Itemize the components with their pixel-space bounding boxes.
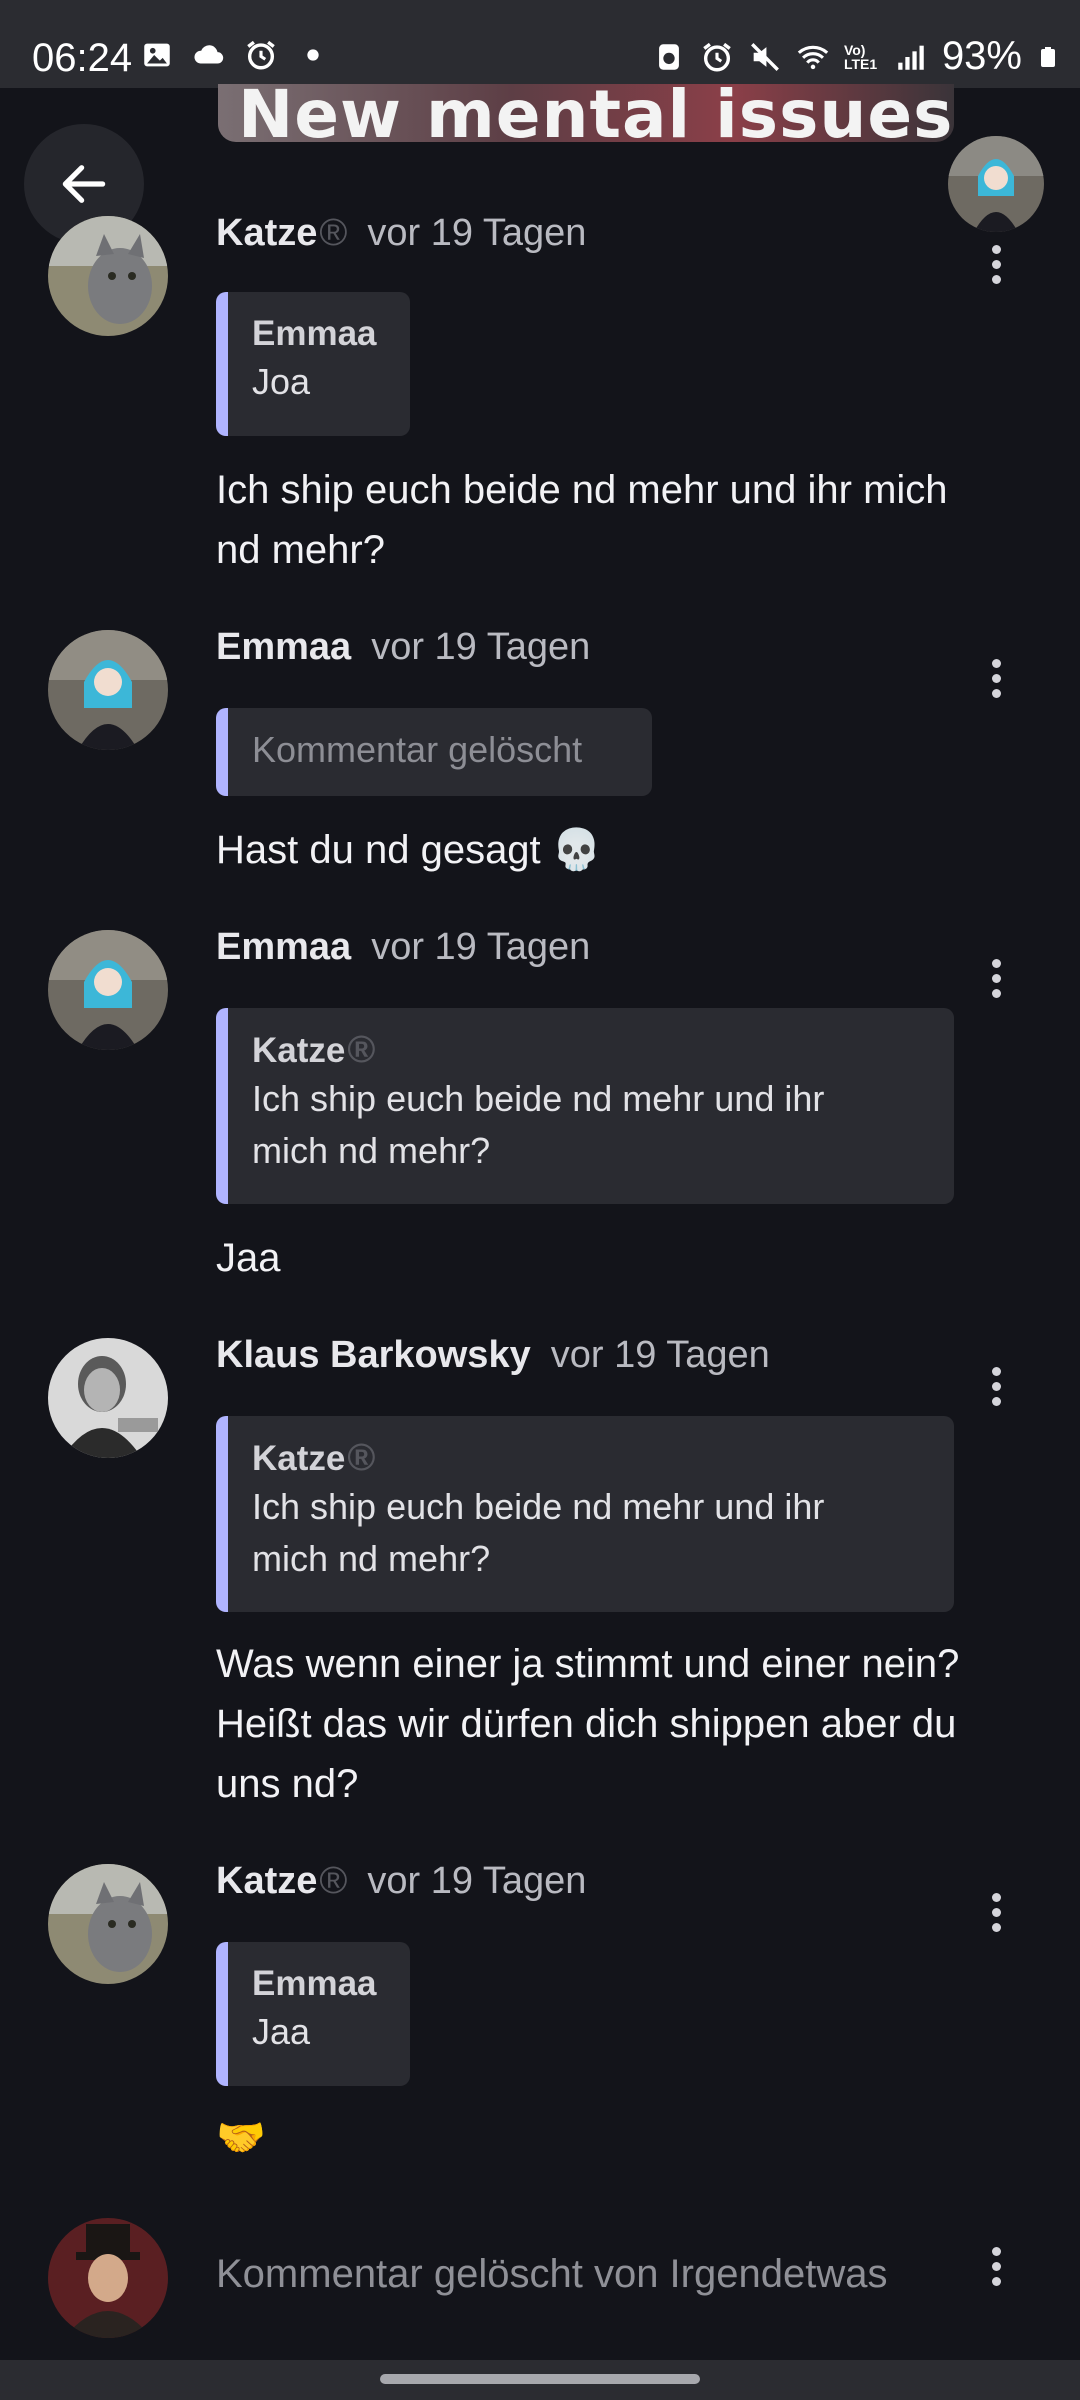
gallery-icon <box>144 43 170 67</box>
quote-text: Joa <box>252 361 311 402</box>
battery-icon <box>1041 46 1055 67</box>
comment-menu-button[interactable] <box>976 236 1016 292</box>
quoted-comment[interactable]: Emmaa Joa <box>216 292 410 436</box>
quote-author: Emmaa <box>252 314 377 353</box>
comment-time: vor 19 Tagen <box>367 212 587 254</box>
avatar-emmaa[interactable] <box>48 630 168 750</box>
registered-badge: ® <box>319 212 348 254</box>
quote-author: Emmaa <box>252 1964 377 2003</box>
quote-text: Ich ship euch beide nd mehr und ihr mich… <box>252 1486 825 1579</box>
comment-text: Ich ship euch beide nd mehr und ihr mich… <box>216 468 948 572</box>
comment-text: Was wenn einer ja stimmt und einer nein?… <box>216 1642 960 1806</box>
comment-author[interactable]: Katze® <box>216 212 347 255</box>
quote-text: Ich ship euch beide nd mehr und ihr mich… <box>252 1078 825 1171</box>
battery-percent: 93% <box>941 34 1022 78</box>
arrow-left-icon <box>62 165 106 203</box>
deleted-comment-text: Kommentar gelöscht von Irgendetwas <box>216 2252 888 2296</box>
status-left-icons <box>140 38 330 72</box>
comment-text: Jaa <box>216 1236 281 1280</box>
post-banner-image: New mental issues <box>218 84 954 142</box>
cloud-icon <box>194 45 224 64</box>
comment-header: Emmaa vor 19 Tagen <box>216 626 590 669</box>
comment-header: Klaus Barkowsky vor 19 Tagen <box>216 1334 770 1377</box>
comment-menu-button[interactable] <box>976 1358 1016 1414</box>
current-user-avatar[interactable] <box>948 136 1044 232</box>
signal-icon <box>898 45 924 70</box>
home-gesture-handle[interactable] <box>380 2374 700 2384</box>
quote-text: Kommentar gelöscht <box>252 729 583 770</box>
comment-author[interactable]: Katze® <box>216 1860 347 1903</box>
comment-time: vor 19 Tagen <box>367 1860 587 1902</box>
status-time: 06:24 <box>32 36 133 80</box>
comment-header: Katze® vor 19 Tagen <box>216 1860 586 1903</box>
comment-author[interactable]: Emmaa <box>216 626 351 669</box>
comment-time: vor 19 Tagen <box>371 626 591 668</box>
anime-avatar-icon <box>48 930 168 1050</box>
avatar-klaus-barkowsky[interactable] <box>48 1338 168 1458</box>
avatar-emmaa[interactable] <box>48 930 168 1050</box>
comment-time: vor 19 Tagen <box>371 926 591 968</box>
registered-badge: ® <box>319 1860 348 1902</box>
quoted-comment[interactable]: Katze® Ich ship euch beide nd mehr und i… <box>216 1008 954 1204</box>
comment-text: 🤝 <box>216 2116 266 2160</box>
banner-text: New mental issues <box>238 84 954 142</box>
comment-author[interactable]: Emmaa <box>216 926 351 969</box>
alarm-icon <box>247 40 275 70</box>
comment-menu-button[interactable] <box>976 950 1016 1006</box>
quoted-comment[interactable]: Katze® Ich ship euch beide nd mehr und i… <box>216 1416 954 1612</box>
comment-author[interactable]: Klaus Barkowsky <box>216 1334 531 1377</box>
avatar-irgendetwas[interactable] <box>48 2218 168 2338</box>
anime-avatar-icon <box>48 630 168 750</box>
alarm-icon <box>703 42 731 71</box>
registered-badge: ® <box>347 1029 376 1071</box>
status-bar: 06:24 Vo) LTE1 93% <box>0 0 1080 88</box>
wifi-icon <box>797 45 829 69</box>
avatar-katze[interactable] <box>48 1864 168 1984</box>
painted-portrait-avatar-icon <box>48 2218 168 2338</box>
status-right-icons: Vo) LTE1 93% <box>652 34 1060 79</box>
quote-author: Katze® <box>252 1437 376 1479</box>
quoted-comment[interactable]: Emmaa Jaa <box>216 1942 410 2086</box>
quoted-comment-deleted: Kommentar gelöscht <box>216 708 652 796</box>
avatar-katze[interactable] <box>48 216 168 336</box>
portrait-avatar-icon <box>48 1338 168 1458</box>
mute-icon <box>750 42 779 71</box>
registered-badge: ® <box>347 1437 376 1479</box>
comment-header: Emmaa vor 19 Tagen <box>216 926 590 969</box>
comment-text: Hast du nd gesagt 💀 <box>216 828 602 872</box>
quote-author: Katze® <box>252 1029 376 1071</box>
dot-icon <box>307 49 319 61</box>
network-label: Vo) LTE1 <box>843 41 878 72</box>
comment-header: Katze® vor 19 Tagen <box>216 212 586 255</box>
cat-avatar-icon <box>48 1864 168 1984</box>
comment-menu-button[interactable] <box>976 1884 1016 1940</box>
comment-menu-button[interactable] <box>976 650 1016 706</box>
cat-avatar-icon <box>48 216 168 336</box>
navigation-bar <box>0 2360 1080 2400</box>
quote-text: Jaa <box>252 2011 311 2052</box>
recycle-icon <box>659 43 679 70</box>
comment-time: vor 19 Tagen <box>550 1334 770 1376</box>
anime-avatar-icon <box>948 136 1044 232</box>
comment-menu-button[interactable] <box>976 2238 1016 2294</box>
